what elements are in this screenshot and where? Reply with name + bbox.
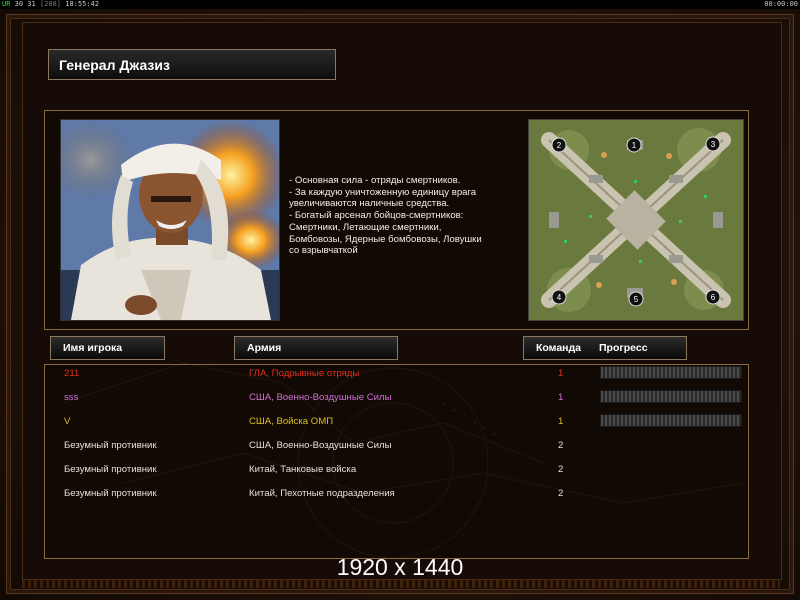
header-army-label: Армия [247, 342, 282, 354]
general-title: Генерал Джазиз [59, 57, 170, 73]
bottom-decor [22, 580, 780, 588]
player-name: V [64, 416, 71, 427]
header-army: Армия [234, 336, 398, 360]
player-row: Безумный противник США, Военно-Воздушные … [0, 440, 800, 460]
header-progress-label: Прогресс [599, 342, 648, 354]
minimap: 2 1 3 4 5 6 [528, 119, 744, 321]
resolution-label: 1920 x 1440 [336, 554, 464, 580]
player-row: 211 ГЛА, Подрывные отряды 1 [0, 366, 800, 388]
player-army: ГЛА, Подрывные отряды [249, 368, 360, 379]
start-slot-2[interactable]: 2 [557, 141, 562, 150]
ur-label: UR [2, 0, 11, 8]
status-numbers: 30 31 [14, 0, 36, 8]
header-player-name: Имя игрока [50, 336, 165, 360]
start-slot-3[interactable]: 3 [711, 140, 716, 149]
player-team: 1 [558, 392, 564, 403]
header-team-label: Команда [536, 342, 581, 354]
status-bar: UR 30 31 [288] 18:55:42 00:00:00 [0, 0, 800, 9]
player-row: sss США, Военно-Воздушные Силы 1 [0, 390, 800, 412]
player-name: sss [64, 392, 79, 403]
status-clock: 18:55:42 [65, 0, 99, 8]
player-team: 1 [558, 416, 564, 427]
start-slot-1[interactable]: 1 [632, 141, 637, 150]
general-portrait [60, 119, 280, 321]
player-progress-bar [600, 390, 742, 403]
player-army: США, Военно-Воздушные Силы [249, 440, 392, 451]
start-slot-6[interactable]: 6 [711, 293, 716, 302]
player-name: Безумный противник [64, 488, 157, 499]
general-description: - Основная сила - отряды смертников. - З… [289, 175, 482, 257]
header-player-label: Имя игрока [63, 342, 123, 354]
player-name: Безумный противник [64, 464, 157, 475]
status-left: UR 30 31 [288] 18:55:42 [2, 0, 99, 9]
player-progress-bar [600, 366, 742, 379]
player-row: V США, Войска ОМП 1 [0, 414, 800, 436]
player-name: Безумный противник [64, 440, 157, 451]
player-progress-bar [600, 414, 742, 427]
player-team: 2 [558, 464, 564, 475]
player-army: Китай, Танковые войска [249, 464, 357, 475]
player-team: 1 [558, 368, 564, 379]
player-row: Безумный противник Китай, Танковые войска… [0, 464, 800, 484]
start-slot-4[interactable]: 4 [557, 293, 562, 302]
player-team: 2 [558, 488, 564, 499]
player-name: 211 [64, 368, 80, 379]
player-army: США, Военно-Воздушные Силы [249, 392, 392, 403]
general-title-box: Генерал Джазиз [48, 49, 336, 80]
player-row: Безумный противник Китай, Пехотные подраз… [0, 488, 800, 508]
minimap-art: 2 1 3 4 5 6 [529, 120, 743, 320]
start-slot-5[interactable]: 5 [634, 295, 639, 304]
status-bracket: [288] [39, 0, 62, 8]
general-portrait-art [61, 120, 279, 320]
game-timer: 00:00:00 [764, 0, 798, 8]
player-team: 2 [558, 440, 564, 451]
player-army: США, Войска ОМП [249, 416, 334, 427]
player-army: Китай, Пехотные подразделения [249, 488, 395, 499]
header-team-progress: Команда Прогресс [523, 336, 687, 360]
